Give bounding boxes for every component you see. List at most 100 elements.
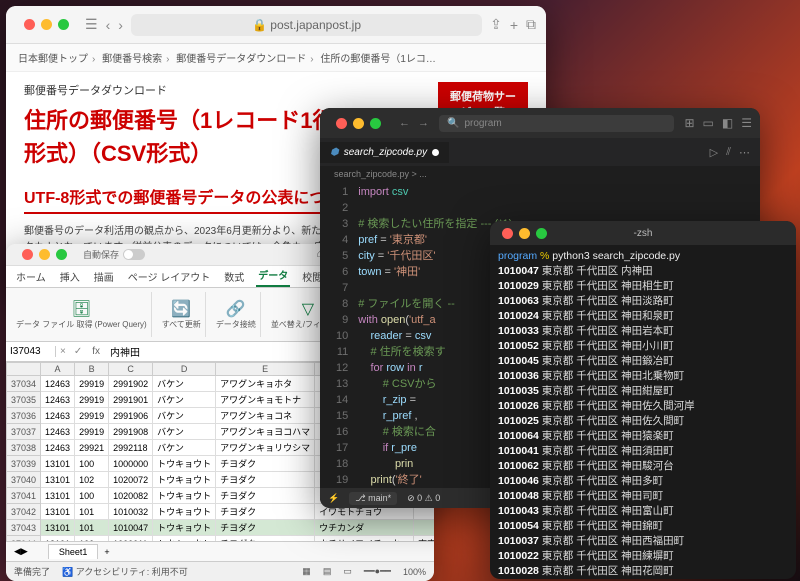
- cell[interactable]: 29919: [75, 424, 109, 440]
- cell[interactable]: チヨダク: [216, 456, 315, 472]
- git-branch[interactable]: ⎇ main*: [349, 492, 397, 505]
- row-header[interactable]: 37043: [7, 520, 41, 536]
- cell[interactable]: バケン: [153, 408, 216, 424]
- column-header[interactable]: A: [41, 363, 75, 376]
- window-controls[interactable]: [16, 19, 77, 30]
- row-header[interactable]: 37039: [7, 456, 41, 472]
- ribbon-tab[interactable]: 数式: [222, 266, 246, 287]
- cell[interactable]: トウキョウト: [153, 488, 216, 504]
- back-icon[interactable]: ‹: [106, 17, 111, 33]
- row-header[interactable]: 37036: [7, 408, 41, 424]
- sidebar-icon[interactable]: ◧: [722, 116, 733, 130]
- cell[interactable]: 1000000: [109, 456, 153, 472]
- ribbon-connections[interactable]: 🔗データ接続: [212, 292, 261, 337]
- column-header[interactable]: E: [216, 363, 315, 376]
- view-break-icon[interactable]: ▭: [343, 566, 352, 577]
- cell[interactable]: バケン: [153, 376, 216, 392]
- ribbon-tab[interactable]: データ: [256, 264, 290, 287]
- breadcrumb-link[interactable]: 郵便番号検索: [102, 54, 162, 65]
- cell[interactable]: 2991906: [109, 408, 153, 424]
- cell[interactable]: アワグンキョホタ: [216, 376, 315, 392]
- cancel-icon[interactable]: ×: [56, 346, 70, 357]
- cell[interactable]: トウキョウト: [153, 472, 216, 488]
- forward-icon[interactable]: →: [418, 117, 429, 129]
- cell[interactable]: 12463: [41, 392, 75, 408]
- cell[interactable]: 2991901: [109, 392, 153, 408]
- table-row[interactable]: 37043131011011010047トウキョウトチヨダクウチカンダ内神…: [7, 520, 435, 536]
- cell[interactable]: 1010032: [109, 504, 153, 520]
- cell[interactable]: 13101: [41, 520, 75, 536]
- editor-tab[interactable]: ⬢ search_zipcode.py: [320, 142, 449, 163]
- address-bar[interactable]: 🔒 post.japanpost.jp: [131, 14, 482, 36]
- sheet-tab[interactable]: Sheet1: [48, 544, 99, 559]
- tabs-icon[interactable]: ⧉: [526, 16, 536, 33]
- cell[interactable]: チヨダク: [216, 504, 315, 520]
- panel-icon[interactable]: ▭: [703, 116, 714, 130]
- cell[interactable]: 12463: [41, 424, 75, 440]
- cell[interactable]: チヨダク: [216, 488, 315, 504]
- cell[interactable]: 1020072: [109, 472, 153, 488]
- cell[interactable]: 29919: [75, 392, 109, 408]
- sidebar-icon[interactable]: ☰: [85, 16, 98, 33]
- name-box[interactable]: I37043: [6, 346, 56, 357]
- cell[interactable]: アワグンキョモトナ: [216, 392, 315, 408]
- cell[interactable]: 1010047: [109, 520, 153, 536]
- cell[interactable]: 101: [75, 520, 109, 536]
- cell[interactable]: 29919: [75, 376, 109, 392]
- next-sheet-icon[interactable]: ▶: [21, 546, 28, 557]
- row-header[interactable]: 37040: [7, 472, 41, 488]
- view-normal-icon[interactable]: ▦: [302, 566, 311, 577]
- errors[interactable]: ⊘ 0 ⚠ 0: [407, 493, 440, 504]
- add-sheet-icon[interactable]: +: [104, 547, 109, 557]
- row-header[interactable]: 37041: [7, 488, 41, 504]
- remote-icon[interactable]: ⚡: [328, 493, 339, 504]
- window-controls[interactable]: [14, 249, 75, 260]
- cell[interactable]: バケン: [153, 424, 216, 440]
- forward-icon[interactable]: ›: [118, 17, 123, 33]
- cell[interactable]: バケン: [153, 440, 216, 456]
- command-search[interactable]: 🔍program: [439, 115, 674, 132]
- cell[interactable]: 2992118: [109, 440, 153, 456]
- layout-icon[interactable]: ⊞: [684, 116, 694, 130]
- cell[interactable]: アワグンキョヨコハマ: [216, 424, 315, 440]
- cell[interactable]: 1020082: [109, 488, 153, 504]
- cell[interactable]: 100: [75, 456, 109, 472]
- cell[interactable]: 13101: [41, 504, 75, 520]
- customize-icon[interactable]: ☰: [741, 116, 752, 130]
- window-controls[interactable]: [494, 228, 555, 239]
- breadcrumb[interactable]: search_zipcode.py > ...: [320, 166, 760, 182]
- ribbon-tab[interactable]: ホーム: [14, 266, 48, 287]
- cell[interactable]: 12463: [41, 408, 75, 424]
- cell[interactable]: アワグンキョリウシマ: [216, 440, 315, 456]
- cell[interactable]: 12463: [41, 376, 75, 392]
- terminal-body[interactable]: program % python3 search_zipcode.py 1010…: [490, 245, 796, 579]
- more-icon[interactable]: ⋯: [739, 146, 750, 159]
- cell[interactable]: チヨダク: [216, 520, 315, 536]
- cell[interactable]: 2991908: [109, 424, 153, 440]
- row-header[interactable]: 37042: [7, 504, 41, 520]
- accept-icon[interactable]: ✓: [70, 346, 86, 357]
- cell[interactable]: ウチカンダ: [315, 520, 414, 536]
- cell[interactable]: 29921: [75, 440, 109, 456]
- row-header[interactable]: 37038: [7, 440, 41, 456]
- breadcrumb-link[interactable]: 日本郵便トップ: [18, 54, 88, 65]
- ribbon-tab[interactable]: 挿入: [58, 266, 82, 287]
- cell[interactable]: 2991902: [109, 376, 153, 392]
- code-line[interactable]: [358, 200, 760, 216]
- cell[interactable]: [414, 520, 434, 536]
- zoom-slider[interactable]: ━━●━━: [364, 566, 391, 577]
- cell[interactable]: 13101: [41, 472, 75, 488]
- code-line[interactable]: import csv: [358, 184, 760, 200]
- cell[interactable]: トウキョウト: [153, 504, 216, 520]
- share-icon[interactable]: ⇪: [490, 16, 502, 33]
- cell[interactable]: 102: [75, 472, 109, 488]
- row-header[interactable]: 37035: [7, 392, 41, 408]
- window-controls[interactable]: [328, 118, 389, 129]
- cell[interactable]: 12463: [41, 440, 75, 456]
- cell[interactable]: アワグンキョコネ: [216, 408, 315, 424]
- cell[interactable]: チヨダク: [216, 472, 315, 488]
- autosave-toggle[interactable]: 自動保存: [83, 248, 145, 261]
- ribbon-refresh-all[interactable]: 🔄すべて更新: [158, 292, 206, 337]
- new-tab-icon[interactable]: +: [510, 17, 518, 33]
- cell[interactable]: 101: [75, 504, 109, 520]
